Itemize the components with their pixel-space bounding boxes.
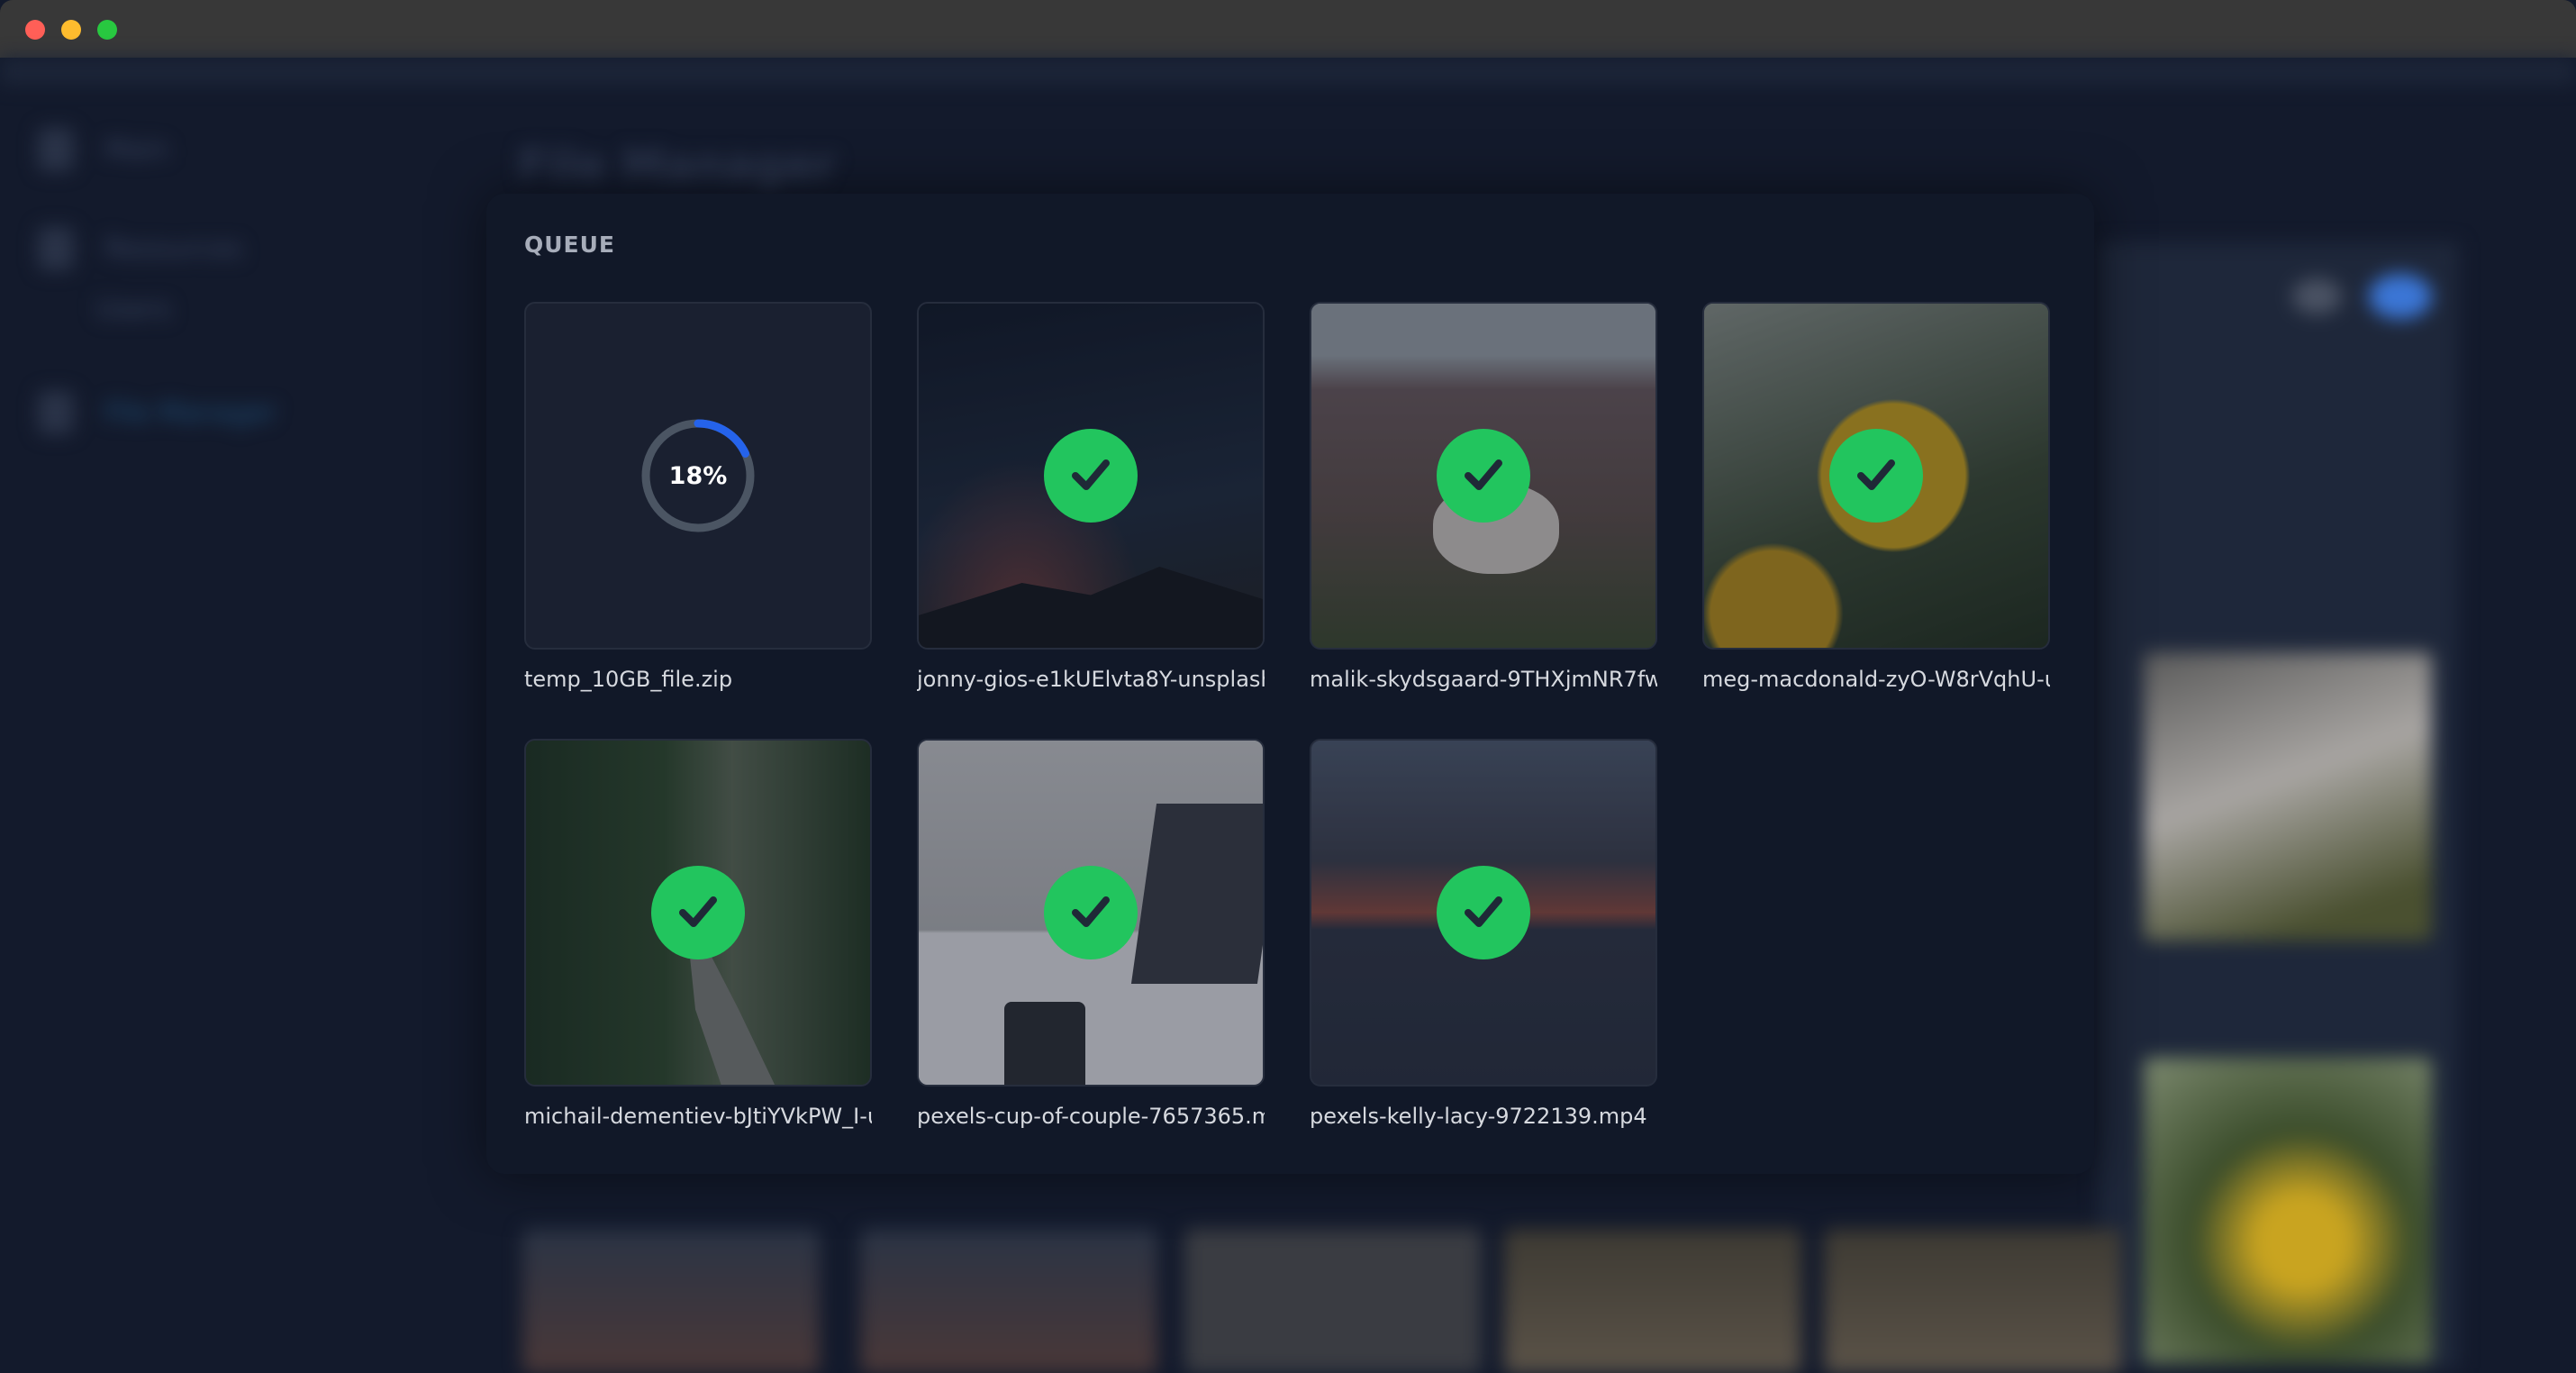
queue-item-thumbnail[interactable] xyxy=(917,302,1265,650)
check-icon xyxy=(651,866,745,959)
check-icon xyxy=(1829,429,1923,523)
file-name: malik-skydsgaard-9THXjmNR7fw... xyxy=(1310,667,1657,692)
file-name: pexels-kelly-lacy-9722139.mp4 xyxy=(1310,1104,1647,1129)
top-bar xyxy=(0,58,2576,85)
file-name: jonny-gios-e1kUElvta8Y-unsplash... xyxy=(917,667,1265,692)
sidebar-item-users: Users xyxy=(95,294,172,325)
progress-percent: 18% xyxy=(668,461,728,490)
queue-item-thumbnail[interactable] xyxy=(524,739,872,1087)
file-name: meg-macdonald-zyO-W8rVqhU-u... xyxy=(1702,667,2050,692)
queue-item-uploading[interactable]: 18% xyxy=(524,302,872,650)
upload-queue-modal: QUEUE 18% temp_10GB_file.zip jonny-gios-… xyxy=(486,194,2094,1174)
window-titlebar xyxy=(0,0,2576,58)
queue-item-thumbnail[interactable] xyxy=(1702,302,2050,650)
minimize-window-button[interactable] xyxy=(61,20,81,40)
check-icon xyxy=(1044,866,1138,959)
sidebar-item-main: Main xyxy=(38,128,169,171)
sidebar-item-resources: Resources xyxy=(38,227,242,270)
sidebar-item-file-manager: File Manager xyxy=(38,391,277,434)
zoom-window-button[interactable] xyxy=(97,20,117,40)
check-icon xyxy=(1437,866,1530,959)
queue-item-thumbnail[interactable] xyxy=(917,739,1265,1087)
file-name: pexels-cup-of-couple-7657365.m... xyxy=(917,1104,1265,1129)
file-name: temp_10GB_file.zip xyxy=(524,667,733,692)
check-icon xyxy=(1437,429,1530,523)
file-icon xyxy=(38,391,74,434)
close-window-button[interactable] xyxy=(25,20,45,40)
folder-icon xyxy=(38,227,74,270)
queue-title: QUEUE xyxy=(524,232,616,258)
check-icon xyxy=(1044,429,1138,523)
page-title: File Manager xyxy=(518,141,836,191)
file-name: michail-dementiev-bJtiYVkPW_I-u... xyxy=(524,1104,872,1129)
queue-item-thumbnail[interactable] xyxy=(1310,302,1657,650)
queue-item-thumbnail[interactable] xyxy=(1310,739,1657,1087)
grid-icon xyxy=(38,128,74,171)
